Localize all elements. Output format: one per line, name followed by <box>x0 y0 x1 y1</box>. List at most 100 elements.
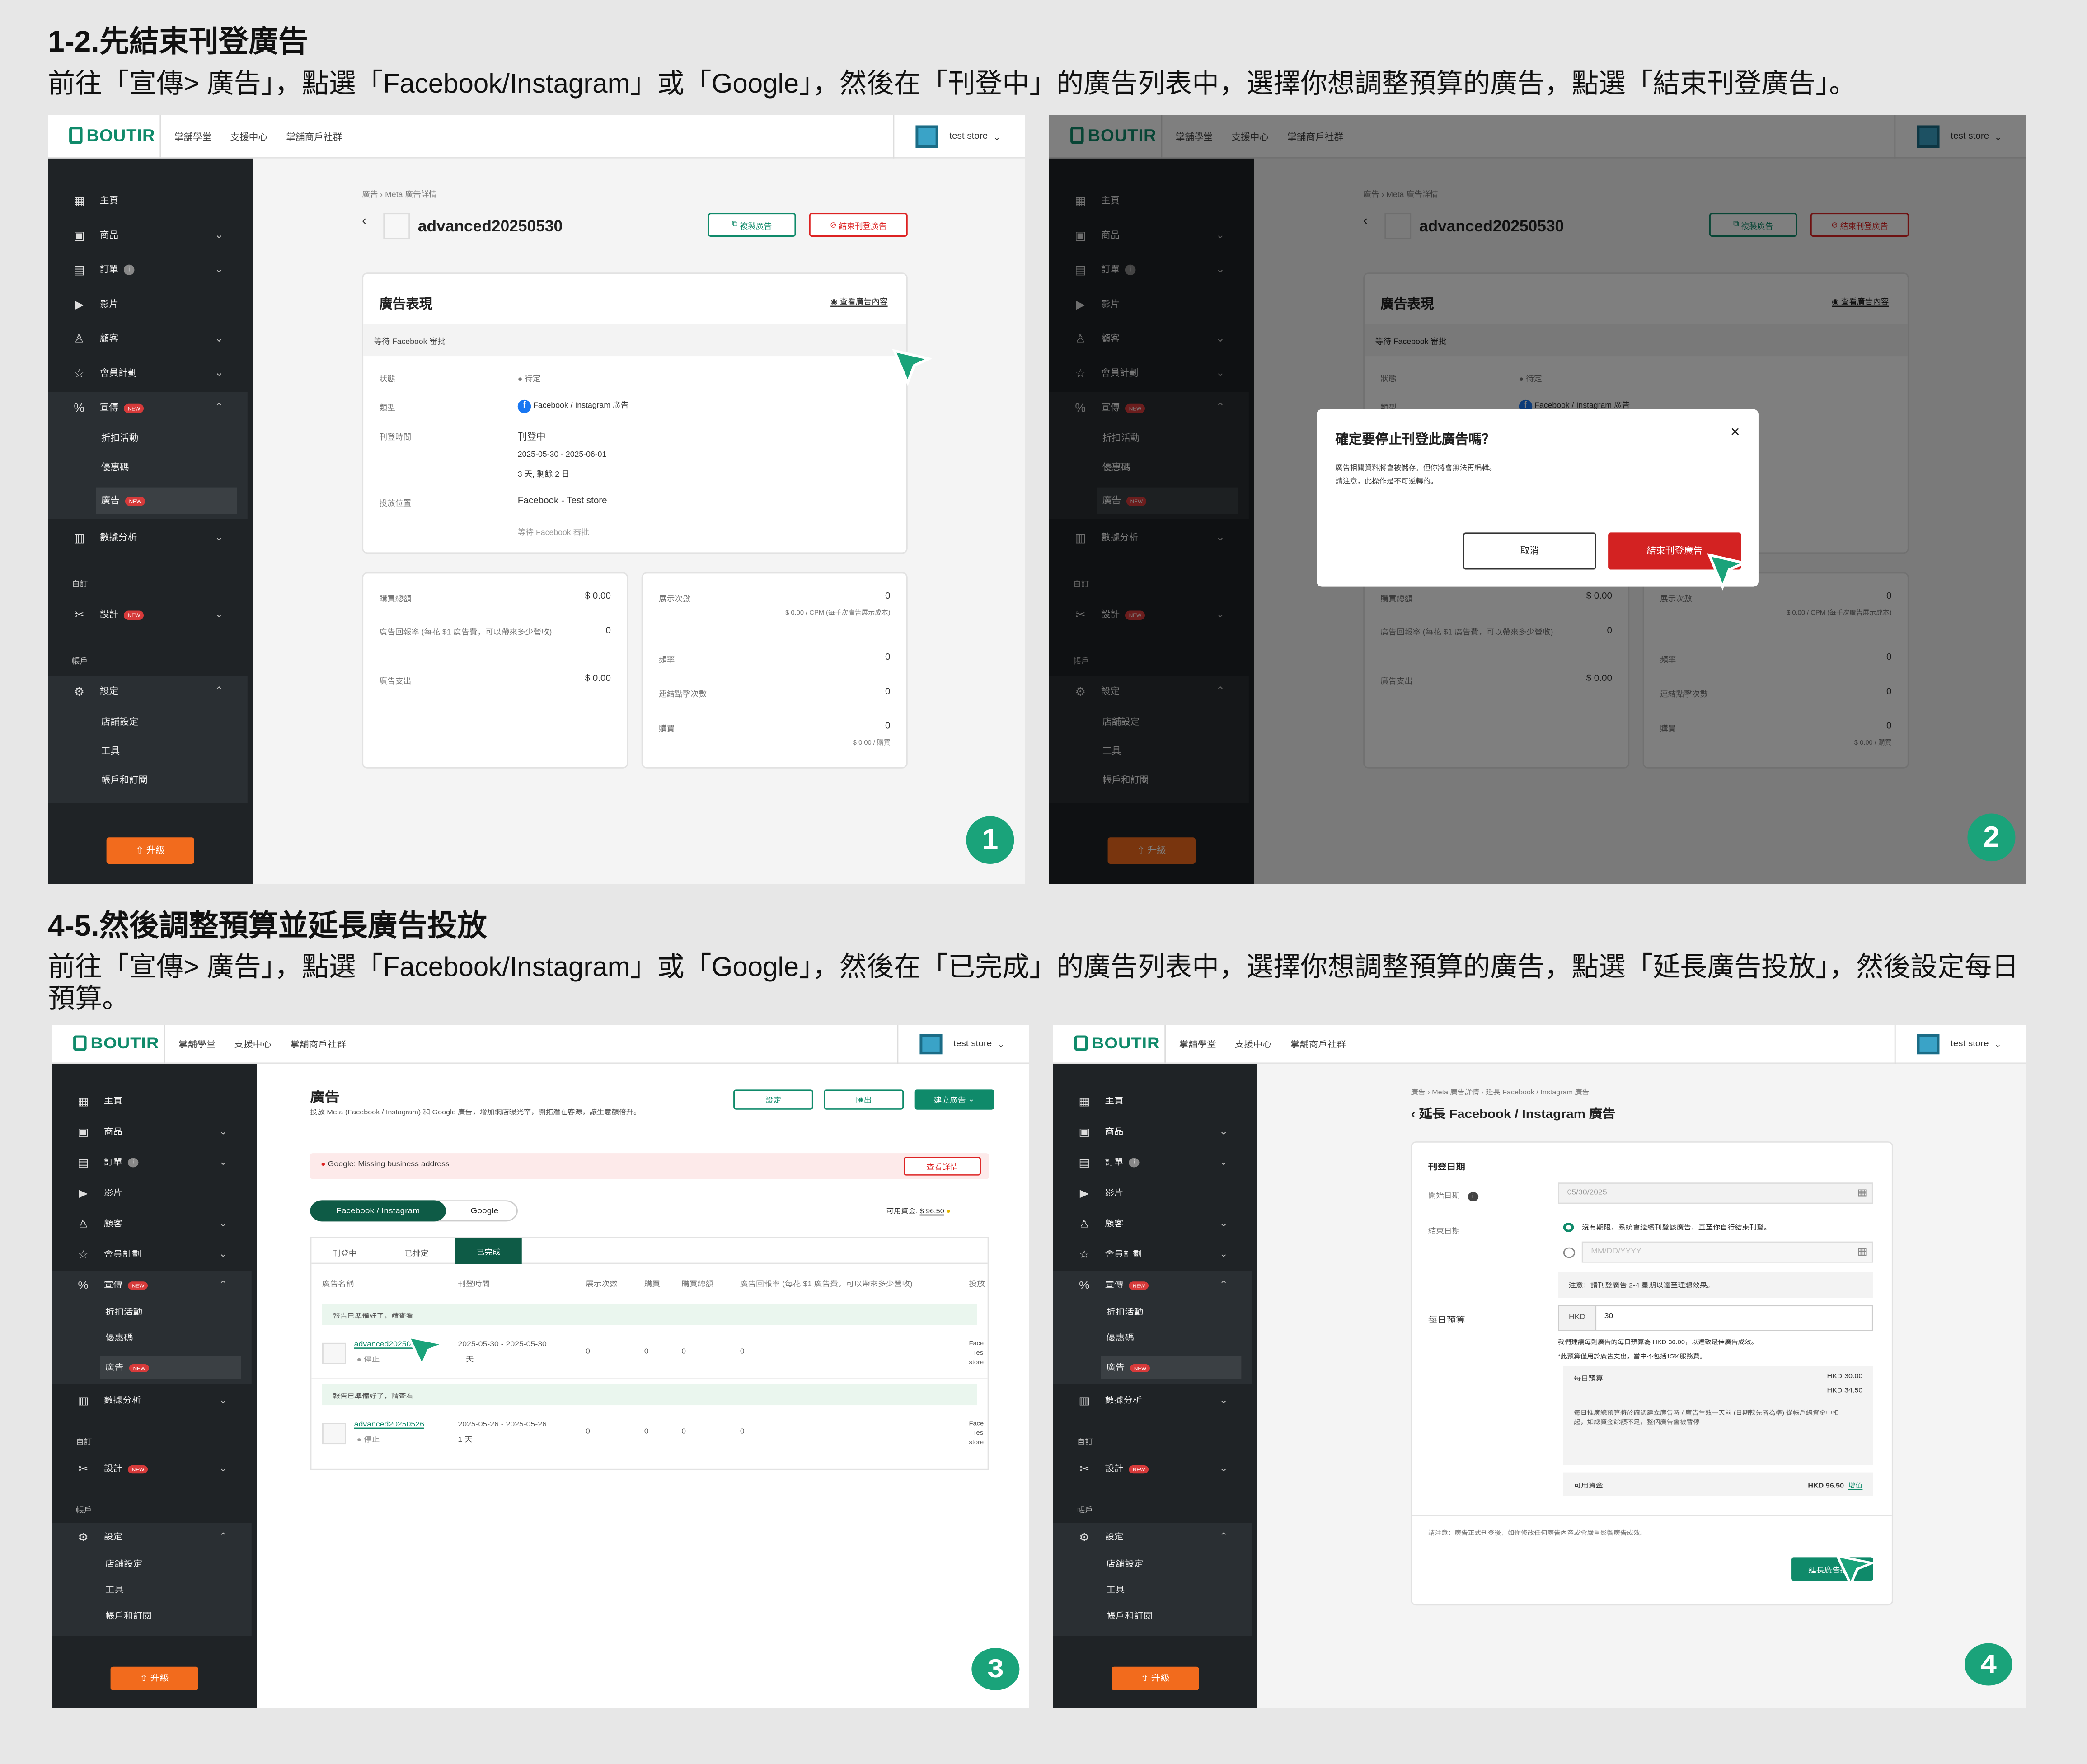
sidebar-item-videos[interactable]: ▶影片 <box>1053 1179 1252 1208</box>
link-community[interactable]: 掌舖商戶社群 <box>1290 1038 1346 1050</box>
sidebar-item-ads[interactable]: 廣告NEW <box>100 1356 241 1379</box>
sidebar-item-billing[interactable]: 帳戶和訂閱 <box>52 1603 252 1629</box>
sidebar-item-products[interactable]: ▣商品⌄ <box>1053 1118 1252 1146</box>
sidebar-item-billing[interactable]: 帳戶和訂閱 <box>48 766 248 795</box>
sidebar-item-settings[interactable]: ⚙設定⌃ <box>1053 1523 1252 1552</box>
boutir-logo[interactable]: BOUTIR <box>1074 1034 1160 1052</box>
calendar-icon[interactable]: ▦ <box>1857 1246 1867 1257</box>
link-academy[interactable]: 掌舖學堂 <box>174 130 211 143</box>
sidebar-item-promotion[interactable]: %宣傳NEW⌃ <box>52 1271 252 1300</box>
sidebar-item-home[interactable]: ▦主頁 <box>48 185 248 217</box>
link-academy[interactable]: 掌舖學堂 <box>1179 1038 1216 1050</box>
upgrade-button[interactable]: ⇧ 升級 <box>1112 1666 1199 1690</box>
info-icon[interactable]: i <box>1467 1192 1478 1202</box>
sidebar-item-orders[interactable]: ▤訂單i⌄ <box>52 1149 252 1177</box>
sidebar-item-orders[interactable]: ▤訂單i⌄ <box>48 254 248 286</box>
topup-link[interactable]: 增值 <box>1848 1483 1862 1490</box>
sidebar-item-analytics[interactable]: ▥數據分析⌄ <box>1053 1386 1252 1415</box>
link-community[interactable]: 掌舖商戶社群 <box>290 1038 346 1050</box>
section2-description: 前往「宣傳> 廣告」，點選「Facebook/Instagram」或「Googl… <box>48 952 2019 1013</box>
toggle-google[interactable]: Google <box>451 1200 518 1221</box>
sidebar-item-settings[interactable]: ⚙設定⌃ <box>48 676 248 707</box>
ad-name-link[interactable]: advanced20250526 <box>354 1422 424 1429</box>
fee-note: *此預算僅用於廣告支出，當中不包括15%服務費。 <box>1558 1353 1707 1361</box>
sidebar-item-customers[interactable]: ♙顧客⌄ <box>1053 1210 1252 1238</box>
sidebar-item-coupons[interactable]: 優惠碼 <box>48 453 248 482</box>
start-date-input[interactable]: 05/30/2025 <box>1558 1182 1873 1204</box>
sidebar-item-products[interactable]: ▣商品⌄ <box>48 220 248 251</box>
sidebar-item-customers[interactable]: ♙顧客⌄ <box>52 1210 252 1238</box>
create-ad-button[interactable]: 建立廣告 ⌄ <box>914 1089 994 1110</box>
tab-active[interactable]: 刊登中 <box>333 1248 357 1258</box>
sidebar-item-tools[interactable]: 工具 <box>52 1577 252 1603</box>
sidebar-item-billing[interactable]: 帳戶和訂閱 <box>1053 1603 1252 1629</box>
upgrade-button[interactable]: ⇧ 升級 <box>106 837 195 864</box>
sidebar-item-ads[interactable]: 廣告NEW <box>96 487 237 514</box>
radio-no-end-selected[interactable] <box>1563 1222 1574 1232</box>
radio-end-date[interactable] <box>1563 1247 1576 1258</box>
end-date-input[interactable]: MM/DD/YYYY <box>1581 1241 1873 1263</box>
store-switcher[interactable]: test store ⌄ <box>1895 1025 2002 1064</box>
sidebar-item-coupons[interactable]: 優惠碼 <box>52 1325 252 1351</box>
back-arrow-icon[interactable]: ‹ <box>1411 1108 1416 1121</box>
sidebar-item-analytics[interactable]: ▥數據分析⌄ <box>52 1386 252 1415</box>
sidebar-item-discounts[interactable]: 折扣活動 <box>1053 1299 1252 1325</box>
cancel-button[interactable]: 取消 <box>1463 532 1596 570</box>
sidebar-item-membership[interactable]: ☆會員計劃⌄ <box>52 1240 252 1269</box>
link-academy[interactable]: 掌舖學堂 <box>178 1038 216 1050</box>
settings-button[interactable]: 設定 <box>733 1089 813 1110</box>
sidebar-item-customers[interactable]: ♙顧客⌄ <box>48 323 248 355</box>
export-button[interactable]: 匯出 <box>824 1089 904 1110</box>
back-arrow-icon[interactable]: ‹ <box>362 214 366 229</box>
sidebar-item-design[interactable]: ✂設計NEW⌄ <box>1053 1455 1252 1483</box>
sidebar-item-home[interactable]: ▦主頁 <box>1053 1087 1252 1116</box>
link-support[interactable]: 支援中心 <box>230 130 267 143</box>
link-community[interactable]: 掌舖商戶社群 <box>286 130 342 143</box>
breadcrumb[interactable]: 廣告 › Meta 廣告詳情 › 延長 Facebook / Instagram… <box>1411 1087 1590 1097</box>
sidebar-item-products[interactable]: ▣商品⌄ <box>52 1118 252 1146</box>
sidebar-item-home[interactable]: ▦主頁 <box>52 1087 252 1116</box>
stop-ad-button[interactable]: ⊘ 結束刊登廣告 <box>809 213 908 237</box>
sidebar-item-settings[interactable]: ⚙設定⌃ <box>52 1523 252 1552</box>
sidebar: ▦主頁 ▣商品⌄ ▤訂單i⌄ ▶影片 ♙顧客⌄ ☆會員計劃⌄ %宣傳NEW⌃ 折… <box>1053 1064 1257 1708</box>
tab-scheduled[interactable]: 已排定 <box>405 1248 429 1258</box>
link-support[interactable]: 支援中心 <box>1235 1038 1272 1050</box>
sidebar-item-promotion[interactable]: %宣傳NEW⌃ <box>48 392 248 423</box>
sidebar-item-store-settings[interactable]: 店舖設定 <box>52 1551 252 1577</box>
upgrade-button[interactable]: ⇧ 升級 <box>110 1666 199 1690</box>
chevron-down-icon: ⌄ <box>215 229 224 241</box>
sidebar-item-store-settings[interactable]: 店舖設定 <box>1053 1551 1252 1577</box>
sidebar-item-store-settings[interactable]: 店舖設定 <box>48 708 248 737</box>
alert-details-button[interactable]: 查看詳情 <box>904 1156 981 1176</box>
sidebar-item-discounts[interactable]: 折扣活動 <box>48 424 248 453</box>
sidebar-item-discounts[interactable]: 折扣活動 <box>52 1299 252 1325</box>
sidebar-item-videos[interactable]: ▶影片 <box>52 1179 252 1208</box>
sidebar-item-coupons[interactable]: 優惠碼 <box>1053 1325 1252 1351</box>
close-icon[interactable]: × <box>1731 422 1740 441</box>
daily-budget-input[interactable]: HKD 30 <box>1558 1305 1873 1331</box>
sidebar-item-membership[interactable]: ☆會員計劃⌄ <box>1053 1240 1252 1269</box>
boutir-logo[interactable]: BOUTIR <box>73 1034 159 1052</box>
copy-ad-button[interactable]: ⧉ 複製廣告 <box>708 213 796 237</box>
tab-completed[interactable]: 已完成 <box>455 1238 522 1264</box>
sidebar-item-design[interactable]: ✂設計NEW⌄ <box>48 599 248 630</box>
store-switcher[interactable]: test store ⌄ <box>897 1025 1005 1064</box>
toggle-facebook[interactable]: Facebook / Instagram <box>310 1200 446 1222</box>
boutir-logo[interactable]: BOUTIR <box>69 125 155 145</box>
performance-card: 廣告表現 ◉ 查看廣告內容 等待 Facebook 審批 狀態 ● 待定 類型 … <box>362 272 908 554</box>
calendar-icon[interactable]: ▦ <box>1857 1187 1867 1198</box>
sidebar-item-tools[interactable]: 工具 <box>1053 1577 1252 1603</box>
sidebar-item-membership[interactable]: ☆會員計劃⌄ <box>48 357 248 389</box>
link-support[interactable]: 支援中心 <box>234 1038 272 1050</box>
sidebar-item-videos[interactable]: ▶影片 <box>48 288 248 320</box>
store-switcher[interactable]: test store ⌄ <box>893 115 1001 159</box>
view-ad-content-link[interactable]: ◉ 查看廣告內容 <box>830 295 887 307</box>
sidebar-item-orders[interactable]: ▤訂單i⌄ <box>1053 1149 1252 1177</box>
sidebar-item-promotion[interactable]: %宣傳NEW⌃ <box>1053 1271 1252 1300</box>
breadcrumb[interactable]: 廣告 › Meta 廣告詳情 <box>362 188 437 200</box>
sidebar-item-design[interactable]: ✂設計NEW⌄ <box>52 1455 252 1483</box>
sidebar-item-tools[interactable]: 工具 <box>48 737 248 766</box>
sidebar-item-analytics[interactable]: ▥數據分析⌄ <box>48 522 248 554</box>
sidebar-item-ads[interactable]: 廣告NEW <box>1101 1356 1242 1379</box>
table-row[interactable]: advanced20250526 ● 停止 2025-05-26 - 2025-… <box>311 1407 987 1459</box>
